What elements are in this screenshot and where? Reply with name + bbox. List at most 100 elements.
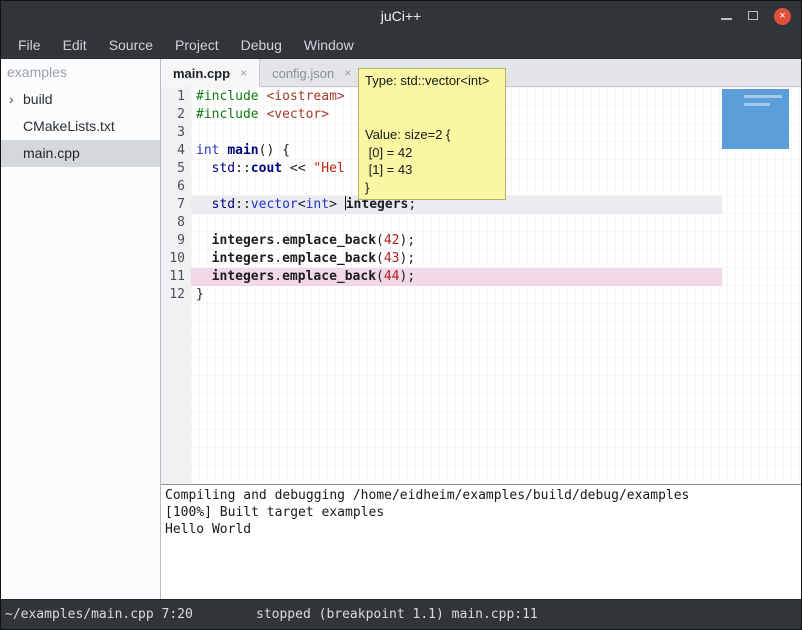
line-number[interactable]: 2 <box>161 106 185 124</box>
file-tree: ›buildCMakeLists.txtmain.cpp <box>1 86 160 167</box>
menubar: FileEditSourceProjectDebugWindow <box>1 31 801 59</box>
code-token: . <box>274 269 282 284</box>
code-line-11[interactable]: integers.emplace_back(44); <box>191 268 722 286</box>
tooltip-value-line: [0] = 42 <box>365 144 499 162</box>
code-token: <iostream> <box>266 89 344 104</box>
window-title: juCi++ <box>1 1 801 31</box>
code-line-10[interactable]: integers.emplace_back(43); <box>191 250 722 268</box>
code-token: <vector> <box>266 107 329 122</box>
menu-item-project[interactable]: Project <box>164 31 230 59</box>
line-number[interactable]: 11 <box>161 268 185 286</box>
line-number[interactable]: 8 <box>161 214 185 232</box>
code-token: integers <box>212 233 275 248</box>
restore-icon <box>748 11 758 20</box>
code-token: () { <box>259 143 290 158</box>
close-button[interactable]: × <box>774 8 791 25</box>
code-token: std <box>212 197 235 212</box>
code-token: emplace_back <box>282 251 376 266</box>
code-line-12[interactable]: } <box>191 286 722 304</box>
code-token: int <box>306 197 329 212</box>
code-token: 44 <box>384 269 400 284</box>
tab-config-json[interactable]: config.json × <box>260 59 363 87</box>
sidebar: examples ›buildCMakeLists.txtmain.cpp <box>1 59 161 599</box>
line-number[interactable]: 4 <box>161 142 185 160</box>
code-token: emplace_back <box>282 233 376 248</box>
tooltip-value-line: [1] = 43 <box>365 161 499 179</box>
restore-button[interactable] <box>748 7 758 25</box>
tooltip-value-block: Value: size=2 { [0] = 42 [1] = 43} <box>365 126 499 196</box>
code-token <box>196 251 212 266</box>
code-token <box>196 161 212 176</box>
code-token: emplace_back <box>282 269 376 284</box>
line-number[interactable]: 6 <box>161 178 185 196</box>
code-token: vector <box>251 197 298 212</box>
tab-label: config.json <box>272 66 334 81</box>
code-token: . <box>274 233 282 248</box>
app-window: juCi++ × FileEditSourceProjectDebugWindo… <box>0 0 802 630</box>
code-token: int <box>196 143 219 158</box>
tree-item-label: main.cpp <box>1 140 80 167</box>
minimap[interactable] <box>722 89 789 149</box>
output-line: Compiling and debugging /home/eidheim/ex… <box>165 487 801 504</box>
code-token: :: <box>235 161 251 176</box>
code-token: integers <box>212 269 275 284</box>
expander-icon[interactable]: › <box>9 86 14 113</box>
code-token: :: <box>235 197 251 212</box>
tree-item-main-cpp[interactable]: main.cpp <box>1 140 160 167</box>
code-token: cout <box>251 161 282 176</box>
tree-item-label: CMakeLists.txt <box>1 113 115 140</box>
code-token: ( <box>376 233 384 248</box>
status-file-position: ~/examples/main.cpp 7:20 <box>5 600 193 629</box>
tree-item-cmakelists-txt[interactable]: CMakeLists.txt <box>1 113 160 140</box>
status-debug-state: stopped (breakpoint 1.1) main.cpp:11 <box>256 600 538 629</box>
debug-tooltip: Type: std::vector<int> Value: size=2 { [… <box>358 68 506 200</box>
code-token: < <box>298 197 306 212</box>
code-token: << <box>282 161 313 176</box>
tooltip-type-line: Type: std::vector<int> <box>365 72 499 90</box>
code-token: main <box>227 143 258 158</box>
line-number[interactable]: 3 <box>161 124 185 142</box>
tab-main-cpp[interactable]: main.cpp × <box>161 59 260 87</box>
window-controls: × <box>721 1 791 31</box>
code-line-8[interactable] <box>191 214 722 232</box>
menu-item-file[interactable]: File <box>7 31 52 59</box>
code-line-9[interactable]: integers.emplace_back(42); <box>191 232 722 250</box>
code-token: ); <box>400 251 416 266</box>
code-token <box>196 233 212 248</box>
line-number[interactable]: 12 <box>161 286 185 304</box>
line-number[interactable]: 9 <box>161 232 185 250</box>
code-token: integers <box>212 251 275 266</box>
code-token: "Hel <box>313 161 344 176</box>
tree-item-build[interactable]: ›build <box>1 86 160 113</box>
output-line: [100%] Built target examples <box>165 504 801 521</box>
code-token: ); <box>400 269 416 284</box>
menu-item-debug[interactable]: Debug <box>230 31 293 59</box>
code-token: #include <box>196 107 266 122</box>
output-panel[interactable]: Compiling and debugging /home/eidheim/ex… <box>161 484 801 599</box>
tooltip-value-line: Value: size=2 { <box>365 126 499 144</box>
line-number[interactable]: 5 <box>161 160 185 178</box>
gutter: 123456789101112 <box>161 87 191 484</box>
menu-item-window[interactable]: Window <box>293 31 365 59</box>
code-token: } <box>196 287 204 302</box>
code-token: ( <box>376 269 384 284</box>
sidebar-header: examples <box>1 59 160 86</box>
minimap-line <box>744 103 770 106</box>
code-token <box>196 269 212 284</box>
menu-item-edit[interactable]: Edit <box>52 31 98 59</box>
minimize-icon <box>721 18 732 20</box>
menu-item-source[interactable]: Source <box>98 31 164 59</box>
code-token: std <box>212 161 235 176</box>
line-number[interactable]: 10 <box>161 250 185 268</box>
code-token: ); <box>400 233 416 248</box>
tab-close-icon[interactable]: × <box>344 66 351 80</box>
tab-label: main.cpp <box>173 66 230 81</box>
line-number[interactable]: 1 <box>161 88 185 106</box>
tooltip-value-line: } <box>365 179 499 197</box>
line-number[interactable]: 7 <box>161 196 185 214</box>
minimap-line <box>744 95 782 98</box>
code-token: ( <box>376 251 384 266</box>
titlebar[interactable]: juCi++ × <box>1 1 801 31</box>
minimize-button[interactable] <box>721 7 732 25</box>
tab-close-icon[interactable]: × <box>240 66 247 80</box>
